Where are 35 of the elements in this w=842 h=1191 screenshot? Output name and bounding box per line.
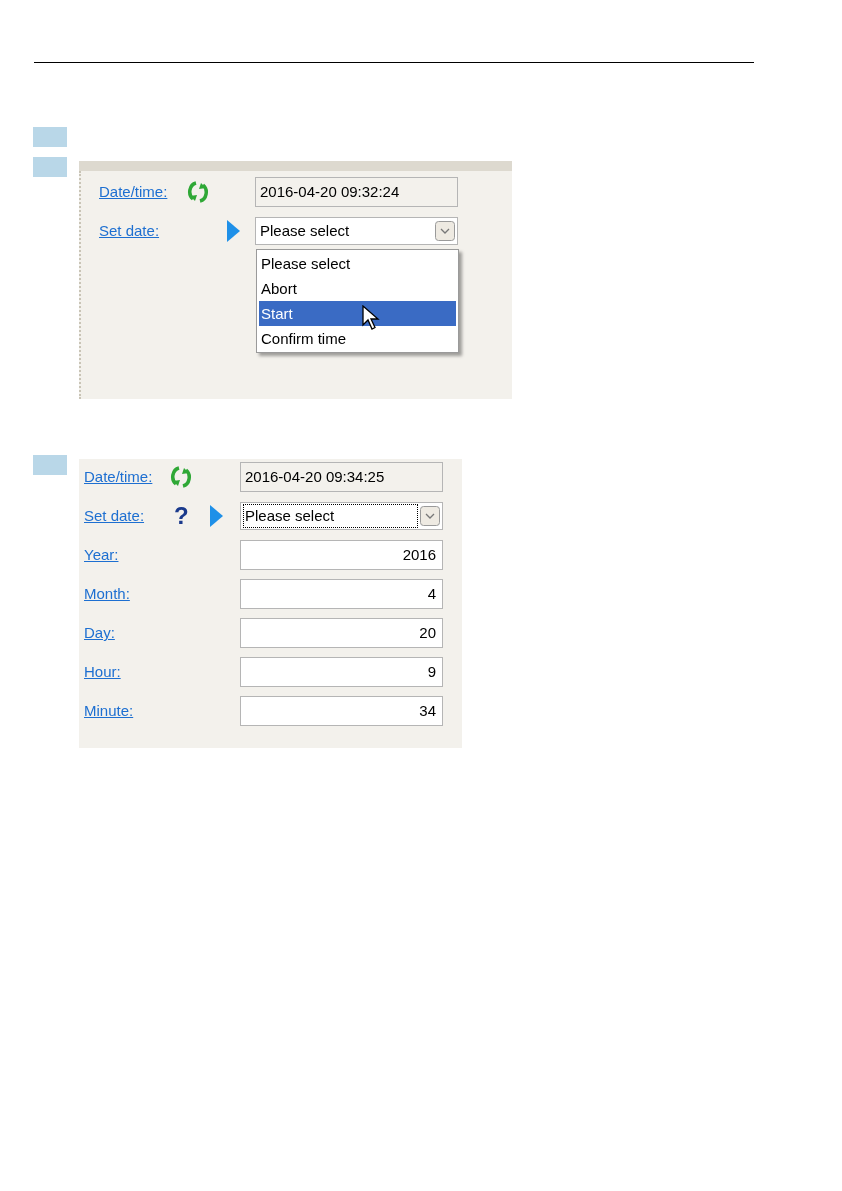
field-link[interactable]: Minute: <box>84 702 134 719</box>
dropdown-option[interactable]: Confirm time <box>259 326 456 351</box>
step-marker <box>33 157 67 177</box>
help-mark: ? <box>174 504 190 528</box>
step-marker <box>33 455 67 475</box>
number-field[interactable]: 2016 <box>240 540 443 570</box>
refresh-icon <box>170 465 192 489</box>
number-field[interactable]: 9 <box>240 657 443 687</box>
date-time-value: 2016-04-20 09:34:25 <box>240 462 443 492</box>
field-link[interactable]: Hour: <box>84 663 121 680</box>
dropdown-value: Please select <box>259 221 351 241</box>
field-link[interactable]: Day: <box>84 624 115 641</box>
cursor-icon <box>362 305 380 331</box>
triangle-icon <box>227 220 240 242</box>
dropdown-field[interactable]: Please select <box>255 217 458 245</box>
dropdown-field[interactable]: Please select <box>240 502 443 530</box>
number-field[interactable]: 4 <box>240 579 443 609</box>
dropdown-option[interactable]: Start <box>259 301 456 326</box>
date-time-value: 2016-04-20 09:32:24 <box>255 177 458 207</box>
chevron-icon[interactable] <box>435 221 455 241</box>
triangle-icon <box>210 505 223 527</box>
dropdown-value: Please select <box>243 504 418 528</box>
field-link[interactable]: Month: <box>84 585 130 602</box>
dropdown-option[interactable]: Abort <box>259 276 456 301</box>
refresh-icon <box>187 180 209 204</box>
dropdown-option[interactable]: Please select <box>259 251 456 276</box>
field-link[interactable]: Set date: <box>84 507 145 524</box>
field-link[interactable]: Set date: <box>99 222 160 239</box>
field-link[interactable]: Date/time: <box>84 468 153 485</box>
field-link[interactable]: Date/time: <box>99 183 168 200</box>
step-marker <box>33 127 67 147</box>
field-link[interactable]: Year: <box>84 546 119 563</box>
number-field[interactable]: 20 <box>240 618 443 648</box>
number-field[interactable]: 34 <box>240 696 443 726</box>
chevron-icon[interactable] <box>420 506 440 526</box>
